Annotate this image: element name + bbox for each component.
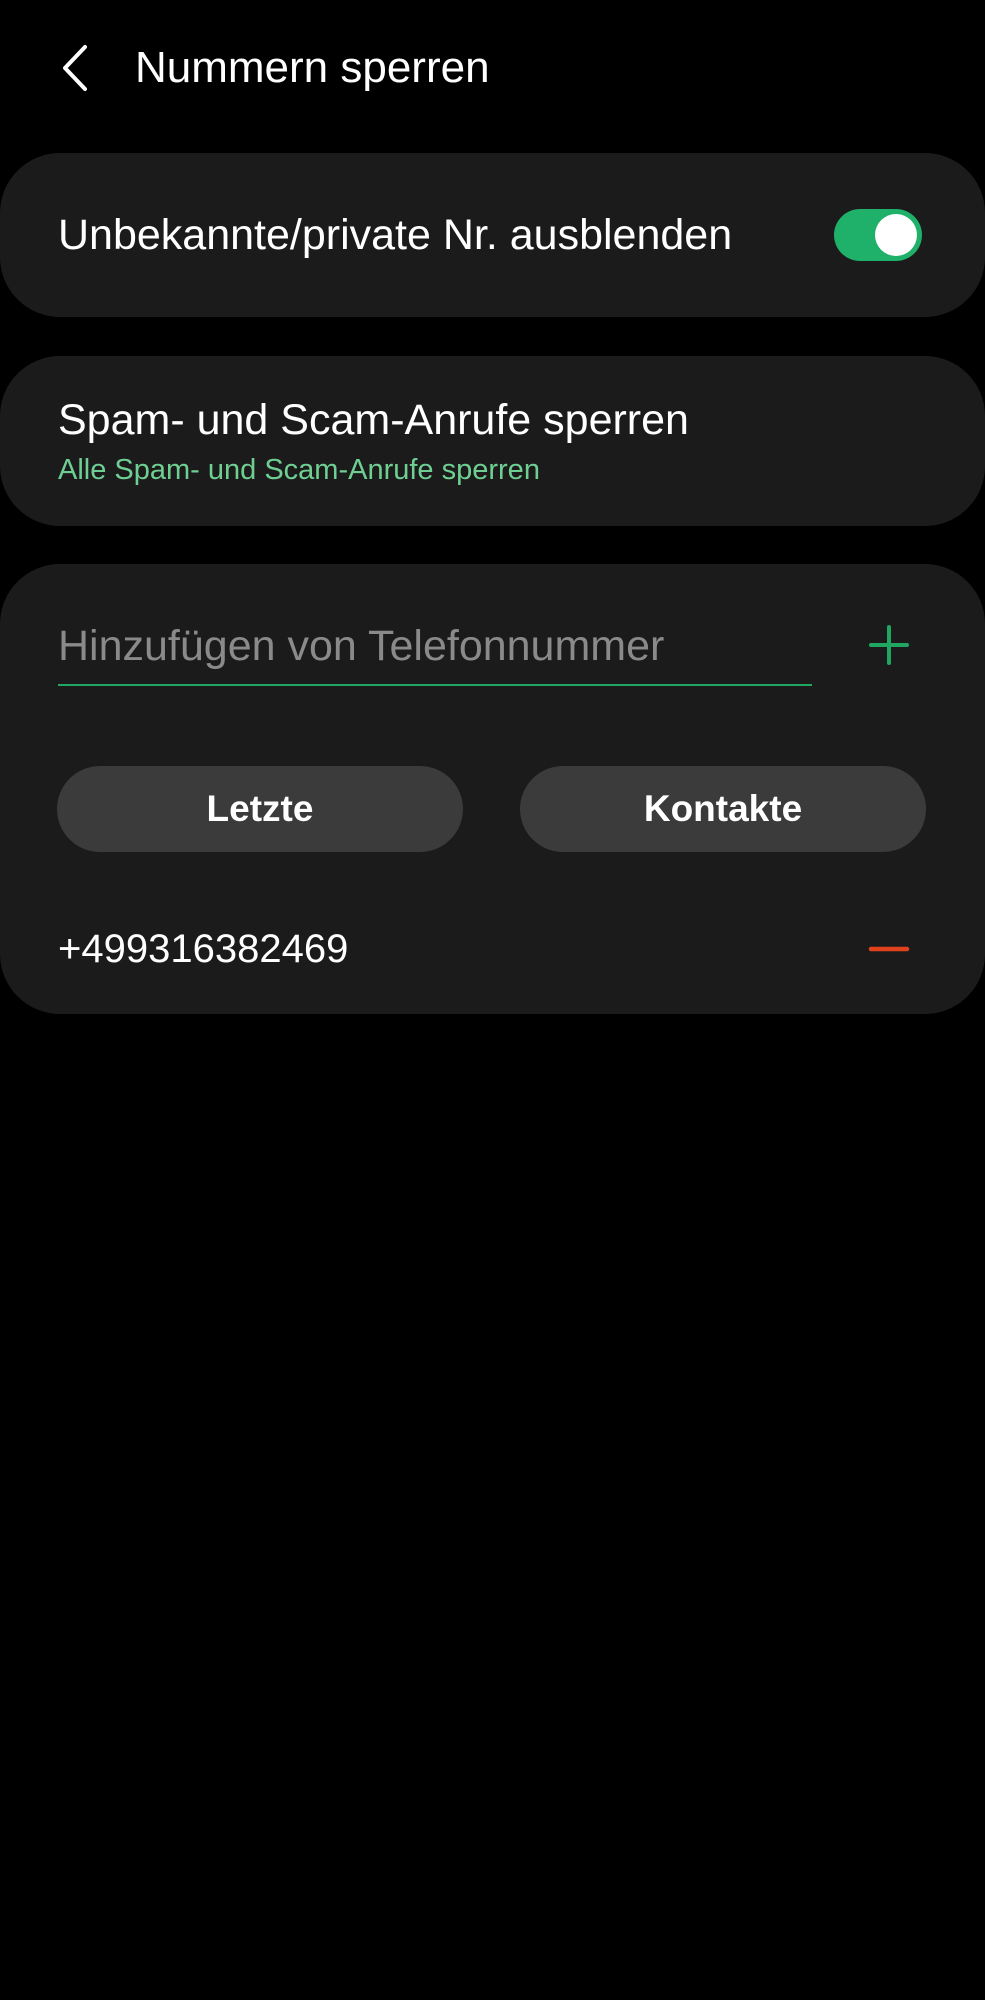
spam-block-setting[interactable]: Spam- und Scam-Anrufe sperren Alle Spam-… — [0, 356, 985, 526]
blocked-number-row: +499316382469 — [0, 904, 985, 994]
remove-number-button[interactable] — [866, 926, 912, 972]
app-header: Nummern sperren — [0, 0, 985, 140]
toggle-knob — [875, 214, 917, 256]
hide-unknown-toggle[interactable] — [834, 209, 922, 261]
phone-number-input[interactable] — [58, 608, 812, 686]
block-list-card: Letzte Kontakte +499316382469 — [0, 564, 985, 1014]
plus-icon — [869, 625, 909, 665]
contacts-button[interactable]: Kontakte — [520, 766, 926, 852]
blocked-number: +499316382469 — [58, 927, 349, 971]
recent-button[interactable]: Letzte — [57, 766, 463, 852]
spam-block-title: Spam- und Scam-Anrufe sperren — [58, 396, 689, 444]
minus-icon — [868, 946, 910, 952]
hide-unknown-label: Unbekannte/private Nr. ausblenden — [58, 211, 733, 259]
hide-unknown-setting[interactable]: Unbekannte/private Nr. ausblenden — [0, 153, 985, 317]
page-title: Nummern sperren — [135, 43, 490, 92]
add-number-button[interactable] — [864, 620, 914, 670]
back-button[interactable] — [50, 36, 98, 100]
spam-block-subtitle: Alle Spam- und Scam-Anrufe sperren — [58, 454, 540, 486]
chevron-left-icon — [63, 45, 87, 91]
